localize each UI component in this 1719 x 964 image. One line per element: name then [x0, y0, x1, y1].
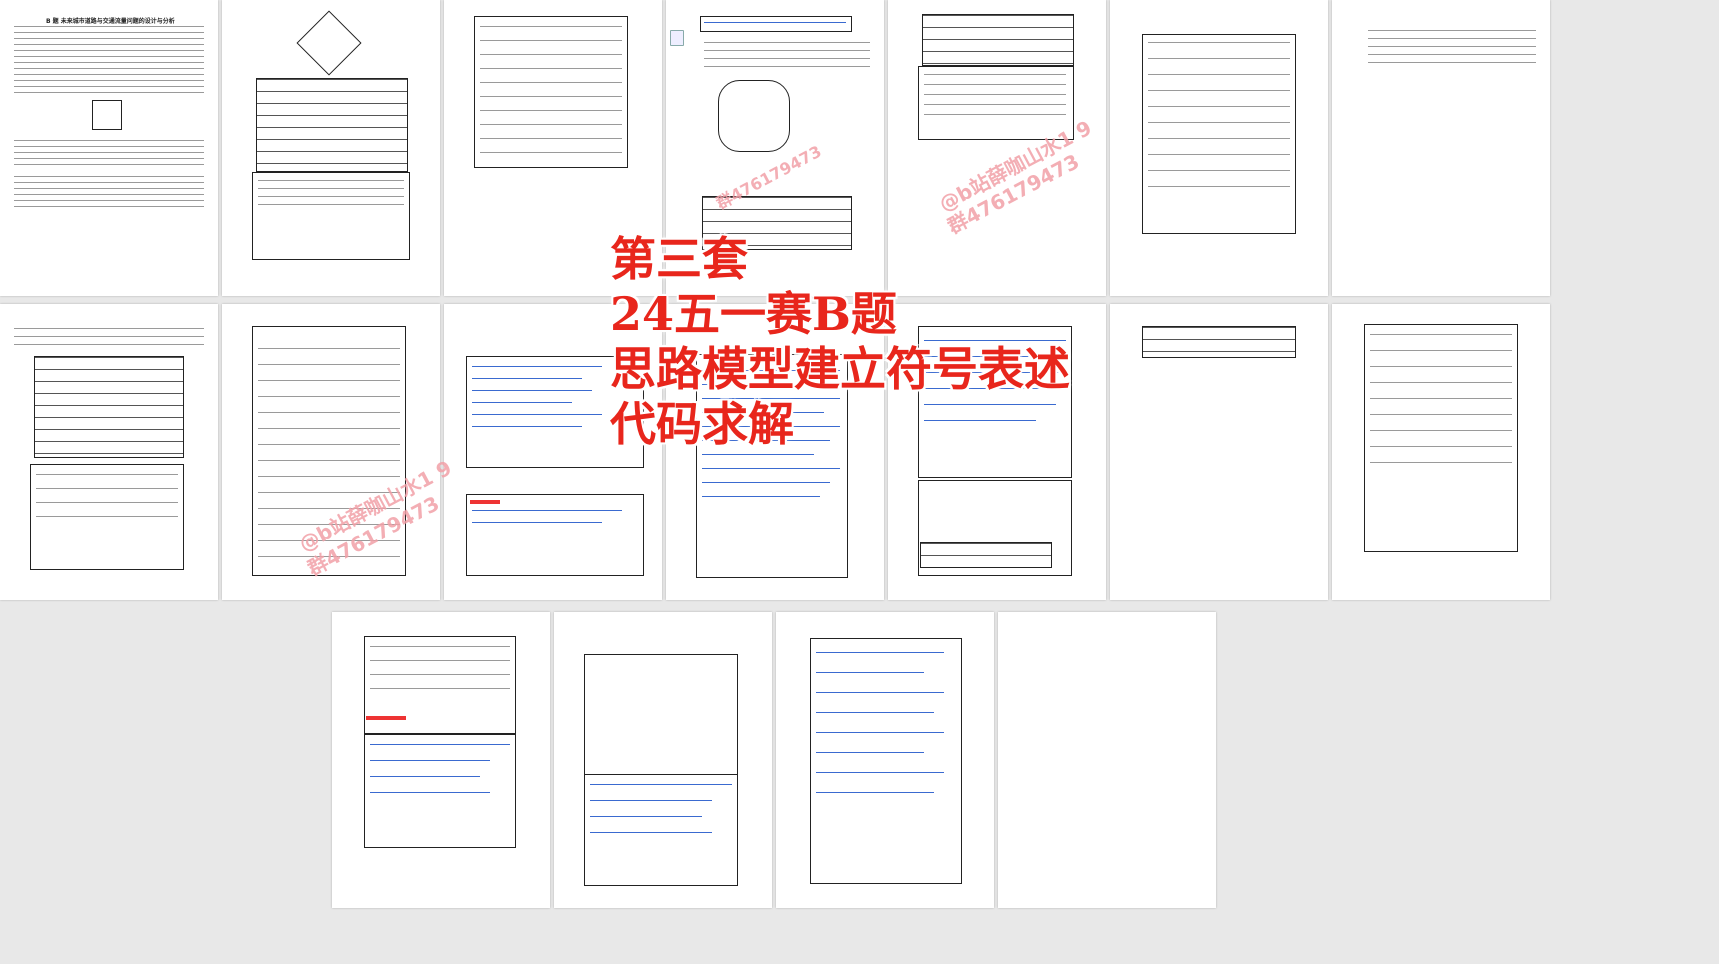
- code-box: [364, 734, 516, 848]
- graph-figure: [92, 100, 122, 130]
- text-box: [1364, 324, 1518, 552]
- data-table: [1142, 326, 1296, 358]
- code-box: [810, 638, 962, 884]
- text-box: [1142, 34, 1296, 234]
- doc-page-r3-3: [776, 612, 994, 908]
- doc-page-r3-2: [554, 612, 772, 908]
- doc-page-r3-1: [332, 612, 550, 908]
- doc-page-r1-1: B 题 未来城市道路与交通流量问题的设计与分析: [0, 0, 218, 296]
- doc-page-r2-6: [1110, 304, 1328, 600]
- doc-page-r2-7: [1332, 304, 1550, 600]
- document-icon: [670, 30, 684, 46]
- doc-page-r2-1: [0, 304, 218, 600]
- doc-page-r1-6: [1110, 0, 1328, 296]
- overlay-line-4: 代码求解: [610, 397, 794, 451]
- doc-page-r1-7: [1332, 0, 1550, 296]
- overlay-line-1: 第三套: [610, 232, 748, 286]
- overlay-line-2: 24五一赛B题: [610, 287, 897, 341]
- graph-figure: [718, 80, 790, 152]
- data-table: [922, 14, 1074, 66]
- data-table: [34, 356, 184, 458]
- text-box: [474, 16, 628, 168]
- doc-page-r3-4: [998, 612, 1216, 908]
- overlay-title: 第三套 24五一赛B题 思路模型建立符号表述 代码求解: [610, 232, 1070, 452]
- overlay-line-3: 思路模型建立符号表述: [610, 342, 1070, 396]
- graph-figure: [296, 10, 362, 76]
- text-box: [700, 16, 852, 32]
- doc-page-r1-2: [222, 0, 440, 296]
- code-box: [466, 494, 644, 576]
- data-table: [256, 78, 408, 172]
- data-table: [920, 542, 1052, 568]
- page-title: B 题 未来城市道路与交通流量问题的设计与分析: [46, 18, 175, 25]
- code-box: [584, 654, 738, 776]
- text-box: [252, 172, 410, 260]
- code-box: [584, 774, 738, 886]
